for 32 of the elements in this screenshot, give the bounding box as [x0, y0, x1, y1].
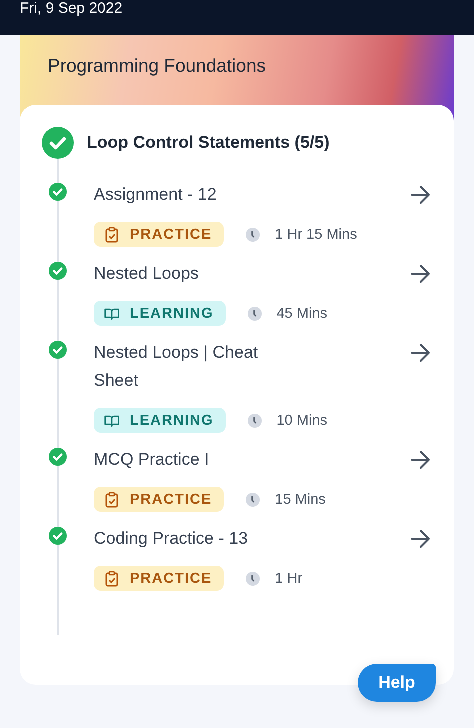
clock-icon [246, 572, 260, 586]
lesson-title[interactable]: Assignment - 12 [94, 181, 217, 209]
clock-icon [246, 492, 260, 506]
lesson-type-tag: LEARNING [94, 408, 226, 433]
lesson-type-tag: PRACTICE [94, 487, 224, 512]
lesson-title[interactable]: MCQ Practice I [94, 446, 210, 474]
clock-icon [248, 414, 262, 428]
clipboard-check-icon [104, 226, 120, 242]
arrow-right-icon[interactable] [410, 528, 432, 550]
arrow-right-icon[interactable] [410, 342, 432, 364]
lesson-type-tag: PRACTICE [94, 222, 224, 247]
help-button[interactable]: Help [358, 664, 436, 702]
lesson-type-tag: LEARNING [94, 301, 226, 326]
lesson-duration: 10 Mins [276, 412, 328, 428]
clock-icon [248, 306, 262, 320]
arrow-right-icon[interactable] [410, 184, 432, 206]
clipboard-check-icon [104, 570, 120, 586]
lesson-duration: 1 Hr [275, 570, 303, 586]
arrow-right-icon[interactable] [410, 263, 432, 285]
clock-icon [246, 228, 260, 242]
status-date: Fri, 9 Sep 2022 [20, 0, 123, 17]
lesson-duration: 15 Mins [275, 492, 326, 508]
lesson-duration: 1 Hr 15 Mins [275, 226, 358, 242]
lesson-title[interactable]: Nested Loops | Cheat Sheet [94, 339, 294, 395]
section-title: Loop Control Statements (5/5) [87, 133, 330, 153]
lesson-type-tag: PRACTICE [94, 566, 224, 591]
course-title: Programming Foundations [48, 55, 266, 76]
lesson-duration: 45 Mins [276, 306, 328, 322]
lesson-title[interactable]: Nested Loops [94, 260, 199, 288]
clipboard-check-icon [104, 492, 120, 508]
arrow-right-icon[interactable] [410, 449, 432, 471]
lesson-title[interactable]: Coding Practice - 13 [94, 525, 248, 553]
